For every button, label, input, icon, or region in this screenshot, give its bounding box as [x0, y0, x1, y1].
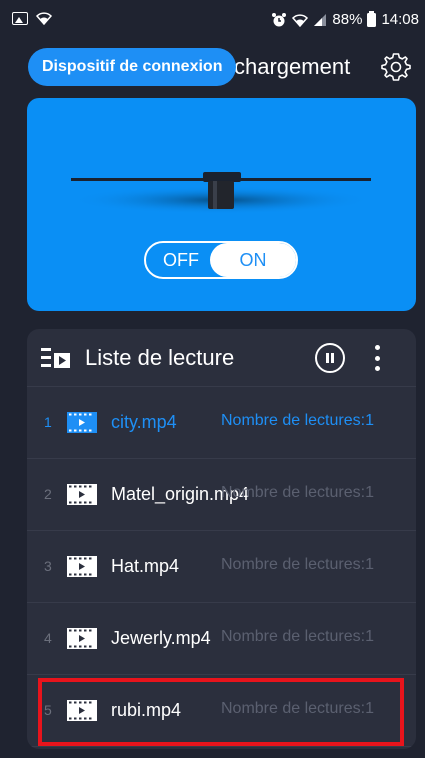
- header-title: chargement: [234, 54, 351, 79]
- play-count: Nombre de lectures:1: [221, 484, 374, 501]
- more-options-icon[interactable]: [370, 343, 384, 373]
- playlist-row[interactable]: 3 Hat.mp4 Nombre de lectures:1: [27, 531, 416, 603]
- row-number: 3: [44, 558, 52, 574]
- play-count: Nombre de lectures:1: [221, 628, 374, 645]
- video-file-name: city.mp4: [111, 412, 177, 432]
- connect-device-button[interactable]: Dispositif de connexion: [28, 48, 237, 86]
- clock: 14:08: [381, 11, 419, 28]
- power-toggle[interactable]: OFF ON: [144, 241, 298, 279]
- play-count: Nombre de lectures:1: [221, 556, 374, 573]
- toggle-off-label: OFF: [163, 249, 199, 270]
- alarm-icon: [272, 12, 287, 26]
- wifi-icon: [36, 12, 52, 25]
- playlist-icon: [41, 348, 70, 368]
- video-file-icon: [67, 700, 97, 721]
- playlist-row[interactable]: 1 city.mp4 Nombre de lectures:1: [27, 387, 416, 459]
- video-file-icon: [67, 556, 97, 577]
- device-panel: [27, 98, 416, 311]
- playlist-title: Liste de lecture: [85, 345, 235, 370]
- image-notification-icon: [12, 11, 28, 25]
- play-count: Nombre de lectures:1: [221, 700, 374, 717]
- row-number: 1: [44, 414, 52, 430]
- battery-icon: [367, 10, 377, 27]
- playlist-row[interactable]: 5 rubi.mp4 Nombre de lectures:1: [27, 675, 416, 747]
- pause-icon[interactable]: [315, 343, 345, 373]
- play-count: Nombre de lectures:1: [221, 412, 374, 429]
- video-file-icon: [67, 484, 97, 505]
- gear-icon[interactable]: [381, 52, 411, 82]
- video-file-name: Jewerly.mp4: [111, 628, 211, 648]
- hologram-fan-illustration: [71, 172, 371, 214]
- row-number: 2: [44, 486, 52, 502]
- video-file-name: Hat.mp4: [111, 556, 180, 576]
- status-bar: 88% 14:08: [0, 0, 425, 40]
- video-file-icon: [67, 412, 97, 433]
- row-number: 4: [44, 630, 52, 646]
- playlist-row[interactable]: 4 Jewerly.mp4 Nombre de lectures:1: [27, 603, 416, 675]
- toggle-on-label: ON: [210, 243, 296, 277]
- battery-percent: 88%: [332, 11, 363, 28]
- app-header: chargement Dispositif de connexion: [0, 44, 425, 92]
- playlist-panel: Liste de lecture 1 city.mp4 Nombre de lect…: [27, 329, 416, 749]
- video-file-name: rubi.mp4: [111, 700, 182, 720]
- playlist-row[interactable]: 2 Matel_origin.mp4 Nombre de lectures:1: [27, 459, 416, 531]
- row-number: 5: [44, 702, 52, 718]
- playlist-header: Liste de lecture: [27, 329, 416, 387]
- wifi-icon: [292, 13, 309, 27]
- video-file-icon: [67, 628, 97, 649]
- signal-icon: [314, 13, 327, 26]
